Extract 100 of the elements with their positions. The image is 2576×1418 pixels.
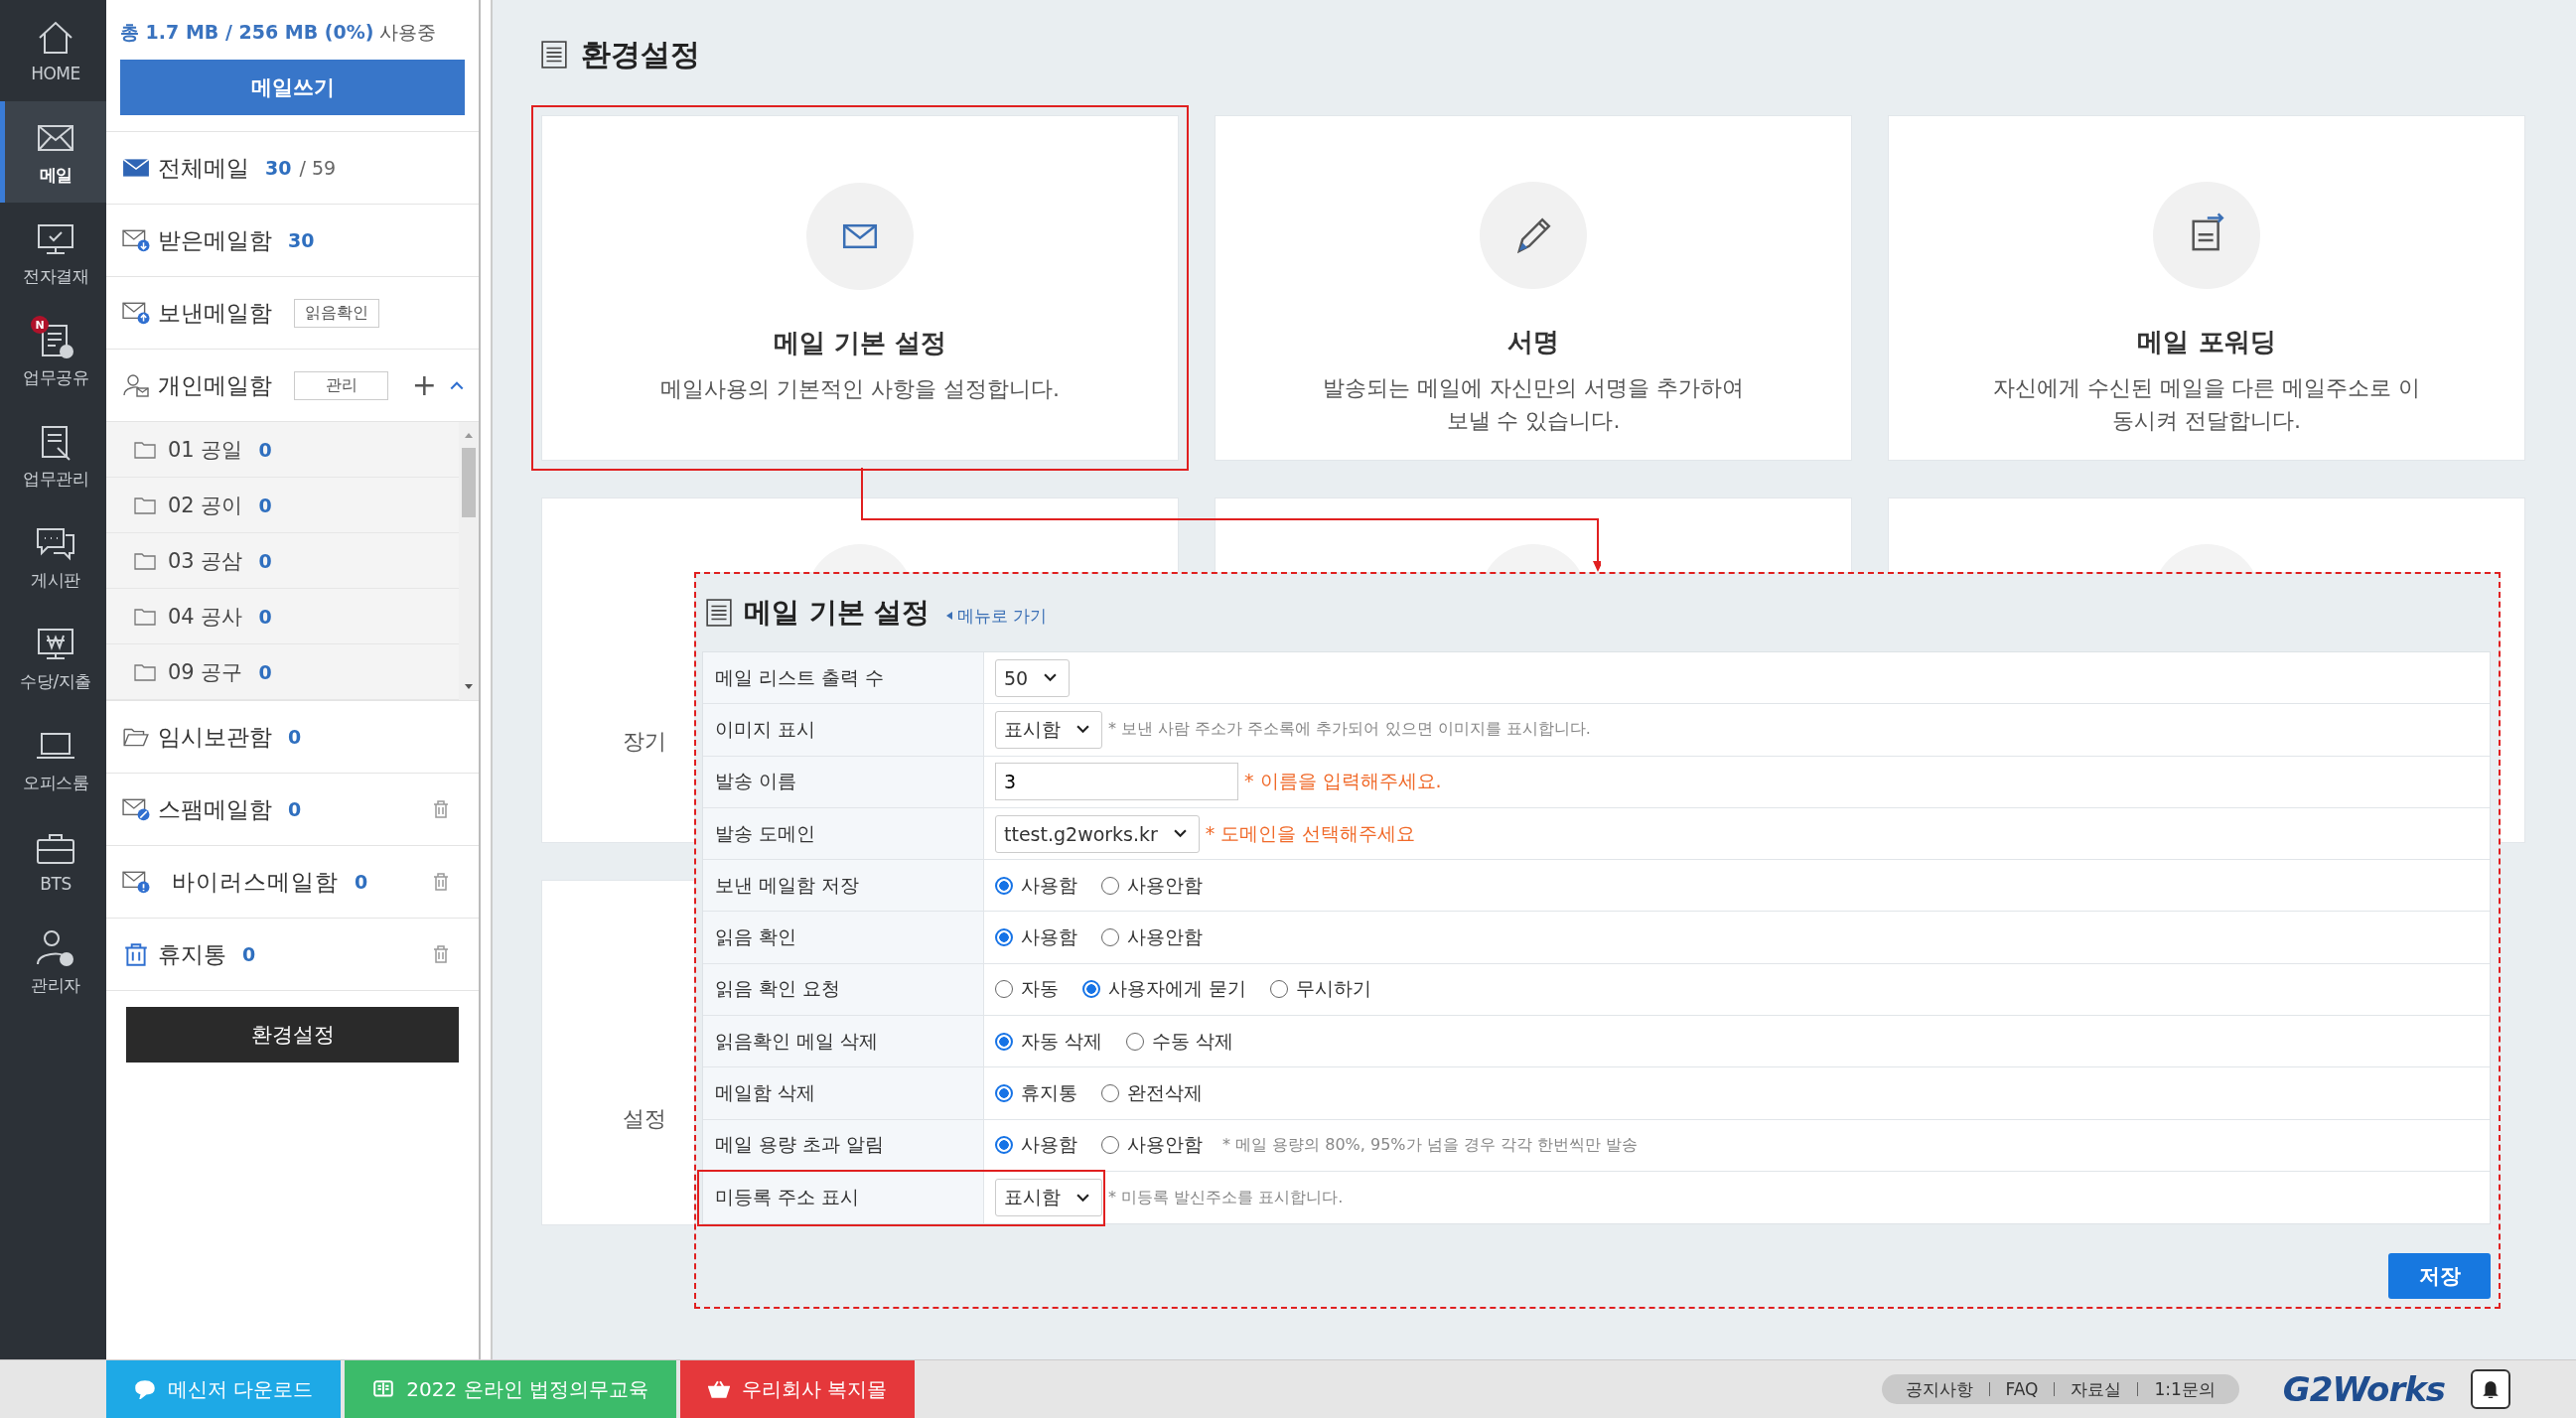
logo: G2Works — [2282, 1369, 2445, 1409]
notification-button[interactable] — [2471, 1369, 2510, 1409]
scroll-up-icon[interactable] — [464, 432, 474, 438]
radio-button[interactable] — [995, 1084, 1013, 1102]
card-description: 발송되는 메일에 자신만의 서명을 추가하여 — [1323, 374, 1744, 402]
footer-link[interactable]: 공지사항 — [1905, 1377, 1973, 1401]
unread-count: 0 — [288, 726, 302, 748]
folder-link[interactable]: 09 공구 — [168, 657, 243, 686]
nav-item[interactable]: 관리자 — [0, 912, 106, 1013]
folder-icon — [134, 440, 156, 459]
scrollbar-thumb[interactable] — [462, 448, 476, 517]
footer-link[interactable]: 1:1문의 — [2154, 1377, 2216, 1401]
radio-button[interactable] — [1082, 980, 1100, 999]
trash-icon — [122, 942, 150, 966]
trash-icon[interactable] — [433, 873, 449, 891]
caret-down-icon — [1044, 673, 1058, 683]
caret-left-icon — [945, 612, 952, 620]
promo-button[interactable]: 우리회사 복지몰 — [680, 1360, 916, 1418]
notification-badge: N — [31, 316, 49, 334]
envelope-icon — [122, 156, 150, 180]
nav-item[interactable]: HOME — [0, 0, 106, 101]
input-field[interactable]: 3 — [995, 763, 1238, 801]
settings-card[interactable]: 서명 발송되는 메일에 자신만의 서명을 추가하여 보낼 수 있습니다. — [1215, 115, 1852, 461]
trash-icon[interactable] — [433, 800, 449, 818]
mailbox-link[interactable]: 보낸메일함 — [158, 297, 272, 329]
add-button[interactable]: + — [411, 370, 437, 400]
pencil-icon — [1480, 182, 1587, 289]
unread-count: 0 — [242, 943, 256, 965]
mailbox-link[interactable]: 임시보관함 — [158, 721, 272, 753]
caret-down-icon — [1076, 1193, 1089, 1203]
dropdown[interactable]: 표시함 — [995, 710, 1102, 749]
folder-link[interactable]: 01 공일 — [168, 435, 243, 464]
option-label: 사용안함 — [1127, 924, 1203, 950]
storage-usage: 총 1.7 MB / 256 MB (0%) 사용중 — [119, 20, 438, 45]
nav-item[interactable]: 전자결재 — [0, 203, 106, 304]
option-label: 자동 삭제 — [1021, 1028, 1103, 1054]
radio-button[interactable] — [995, 1136, 1013, 1155]
settings-card[interactable]: 메일 포워딩 자신에게 수신된 메일을 다른 메일주소로 이 동시켜 전달합니다. — [1888, 115, 2525, 461]
mailbox-link[interactable]: 개인메일함 — [158, 369, 272, 401]
nav-item[interactable]: 업무관리 — [0, 405, 106, 506]
radio-button[interactable] — [1101, 1136, 1119, 1155]
collapse-icon[interactable] — [449, 379, 465, 391]
option-label: 무시하기 — [1296, 976, 1372, 1002]
page-title: 환경설정 — [581, 35, 700, 73]
radio-button[interactable] — [1101, 928, 1119, 947]
radio-button[interactable] — [1101, 876, 1119, 895]
radio-button[interactable] — [1126, 1032, 1145, 1051]
mailbox-link[interactable]: 전체메일 — [158, 152, 249, 184]
dropdown[interactable]: 50 — [995, 658, 1071, 697]
radio-button[interactable] — [995, 1032, 1013, 1051]
nav-item[interactable]: 오피스룸 — [0, 709, 106, 810]
trash-icon[interactable] — [433, 945, 449, 963]
card-title: 메일 기본 설정 — [773, 327, 947, 359]
mailbox-link[interactable]: 휴지통 — [158, 938, 226, 970]
unread-count: 0 — [288, 798, 302, 820]
nav-item[interactable]: N 업무공유 — [0, 304, 106, 405]
card-description: 자신에게 수신된 메일을 다른 메일주소로 이 — [1992, 374, 2421, 402]
radio-button[interactable] — [995, 928, 1013, 947]
card-description: 보낼 수 있습니다. — [1446, 407, 1621, 435]
read-check-button[interactable]: 읽음확인 — [294, 298, 379, 328]
option-label: 사용안함 — [1127, 1132, 1203, 1158]
setting-label: 메일 용량 초과 알림 — [703, 1119, 984, 1171]
dropdown[interactable]: ttest.g2works.kr — [995, 814, 1200, 853]
setting-label: 메일함 삭제 — [703, 1067, 984, 1119]
settings-card[interactable]: 메일 기본 설정 메일사용의 기본적인 사항을 설정합니다. — [531, 105, 1189, 471]
scrollbar[interactable] — [459, 422, 479, 700]
manage-button[interactable]: 관리 — [294, 370, 388, 400]
settings-button[interactable]: 환경설정 — [126, 1007, 459, 1063]
scroll-down-icon[interactable] — [464, 684, 474, 690]
radio-button[interactable] — [1270, 980, 1289, 999]
dropdown[interactable]: 표시함 — [995, 1179, 1102, 1217]
mailbox-link[interactable]: 바이러스메일함 — [172, 866, 339, 898]
folder-link[interactable]: 02 공이 — [168, 491, 243, 519]
setting-label: 읽음 확인 요청 — [703, 963, 984, 1016]
footer-link[interactable]: FAQ — [2005, 1379, 2039, 1399]
option-label: 사용안함 — [1127, 872, 1203, 898]
save-button[interactable]: 저장 — [2388, 1253, 2491, 1299]
mailbox-link[interactable]: 받은메일함 — [158, 224, 272, 256]
compose-button[interactable]: 메일쓰기 — [120, 60, 465, 115]
radio-button[interactable] — [1101, 1084, 1119, 1102]
document-icon — [706, 599, 732, 627]
radio-button[interactable] — [995, 876, 1013, 895]
radio-button[interactable] — [995, 980, 1013, 999]
book-icon — [372, 1379, 395, 1399]
unread-count: 0 — [355, 871, 368, 893]
folder-link[interactable]: 04 공사 — [168, 602, 243, 631]
folder-icon — [134, 607, 156, 626]
setting-label: 발송 이름 — [703, 756, 984, 807]
unread-count: 0 — [258, 438, 272, 461]
nav-item[interactable]: 게시판 — [0, 506, 106, 608]
nav-item[interactable]: BTS — [0, 810, 106, 912]
nav-item[interactable]: 수당/지출 — [0, 608, 106, 709]
setting-label: 발송 도메인 — [703, 807, 984, 860]
back-link[interactable]: 메뉴로 가기 — [945, 598, 1047, 628]
help-text: * 도메인을 선택해주세요 — [1205, 820, 1416, 846]
setting-label: 이미지 표시 — [703, 704, 984, 756]
folder-link[interactable]: 03 공삼 — [168, 546, 243, 575]
footer-link[interactable]: 자료실 — [2071, 1377, 2122, 1401]
nav-item[interactable]: 메일 — [0, 101, 106, 203]
mailbox-link[interactable]: 스팸메일함 — [158, 793, 272, 825]
